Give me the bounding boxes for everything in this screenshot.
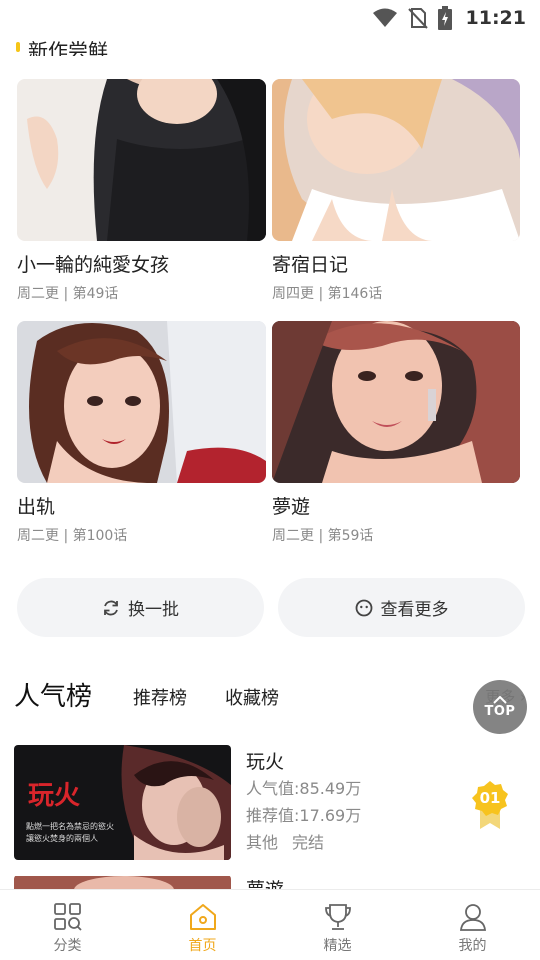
ranking-info: 玩火 人气值:85.49万 推荐值:17.69万 其他 完结: [246, 749, 361, 856]
recommend-value: 17.69万: [299, 806, 362, 825]
rank-medal-badge: 01: [470, 779, 510, 829]
comic-meta: 周二更 | 第49话: [17, 286, 119, 302]
section-header: 新作尝鲜: [16, 32, 216, 56]
comic-meta: 周四更 | 第146话: [272, 286, 383, 302]
status-bar: 11:21: [0, 0, 540, 36]
popularity-row: 人气值:85.49万: [246, 775, 361, 802]
trophy-icon: [324, 904, 351, 930]
nav-item-category[interactable]: 分类: [0, 890, 135, 960]
back-to-top-button[interactable]: TOP: [473, 680, 527, 734]
ranking-cover-subtitle: 點燃一把名為禁忌的慾火: [26, 822, 114, 831]
tab-favorites[interactable]: 收藏榜: [225, 684, 279, 710]
ranking-cover[interactable]: 玩火 點燃一把名為禁忌的慾火 讓慾火焚身的兩個人: [14, 745, 231, 860]
no-sim-icon: [407, 8, 428, 29]
battery-charging-icon: [437, 6, 452, 30]
comic-card[interactable]: 小一輪的純愛女孩 周二更 | 第49话: [17, 79, 266, 304]
status-tag: 完结: [292, 833, 325, 852]
nav-item-mine[interactable]: 我的: [405, 890, 540, 960]
comic-cover[interactable]: [272, 79, 520, 241]
refresh-batch-label: 换一批: [128, 600, 179, 620]
genre-status-row: 其他 完结: [246, 829, 361, 856]
comic-card[interactable]: 出轨 周二更 | 第100话: [17, 321, 266, 546]
ranking-cover-subtitle: 讓慾火焚身的兩個人: [26, 834, 98, 843]
popularity-value: 85.49万: [299, 779, 362, 798]
nav-label: 我的: [458, 938, 487, 954]
nav-label: 精选: [323, 938, 352, 954]
comic-title: 小一輪的純愛女孩: [17, 254, 170, 276]
category-grid-icon: [53, 903, 82, 931]
refresh-batch-button[interactable]: 换一批: [17, 578, 264, 637]
section-accent-bar: [16, 42, 20, 52]
comic-cover[interactable]: [17, 321, 266, 483]
ranking-info: 夢遊: [246, 877, 284, 889]
ranking-cover[interactable]: [14, 875, 231, 889]
comic-meta: 周二更 | 第59话: [272, 528, 374, 544]
smile-face-icon: [355, 599, 372, 616]
ranking-header: 人气榜 推荐榜 收藏榜 更多 ›: [14, 676, 526, 716]
user-icon: [459, 904, 486, 931]
ranking-title: 人气榜: [14, 682, 93, 712]
ranking-comic-title: 夢遊: [246, 877, 284, 889]
comic-title: 出轨: [17, 496, 56, 518]
comic-card[interactable]: 夢遊 周二更 | 第59话: [272, 321, 520, 546]
popularity-label: 人气值:: [246, 779, 300, 798]
view-more-label: 查看更多: [380, 600, 449, 620]
nav-label: 首页: [188, 938, 217, 954]
view-more-button[interactable]: 查看更多: [278, 578, 525, 637]
rank-number: 01: [479, 789, 501, 807]
comic-title: 夢遊: [272, 496, 311, 518]
comic-cover[interactable]: [17, 79, 266, 241]
back-to-top-label: TOP: [484, 703, 516, 719]
ranking-comic-title: 玩火: [246, 751, 285, 773]
comic-title: 寄宿日记: [272, 254, 349, 276]
comic-cover[interactable]: [272, 321, 520, 483]
refresh-icon: [104, 600, 118, 615]
genre-tag: 其他: [246, 833, 279, 852]
wifi-icon: [372, 8, 397, 27]
tab-recommend[interactable]: 推荐榜: [133, 684, 187, 710]
nav-label: 分类: [53, 938, 82, 954]
section-title: 新作尝鲜: [28, 39, 108, 56]
nav-item-featured[interactable]: 精选: [270, 890, 405, 960]
ranking-cover-title: 玩火: [28, 781, 81, 811]
arrow-up-icon: [493, 695, 507, 704]
comic-meta: 周二更 | 第100话: [17, 528, 128, 544]
ranking-item[interactable]: 玩火 點燃一把名為禁忌的慾火 讓慾火焚身的兩個人 玩火 人气值:85.49万 推…: [14, 745, 526, 861]
recommend-label: 推荐值:: [246, 806, 300, 825]
bottom-nav: 分类 首页 精选 我的: [0, 889, 540, 960]
status-time: 11:21: [465, 7, 526, 29]
recommend-row: 推荐值:17.69万: [246, 802, 361, 829]
nav-item-home[interactable]: 首页: [135, 890, 270, 960]
home-icon: [189, 904, 216, 930]
ranking-item[interactable]: 夢遊: [14, 875, 526, 889]
comic-card[interactable]: 寄宿日记 周四更 | 第146话: [272, 79, 520, 304]
